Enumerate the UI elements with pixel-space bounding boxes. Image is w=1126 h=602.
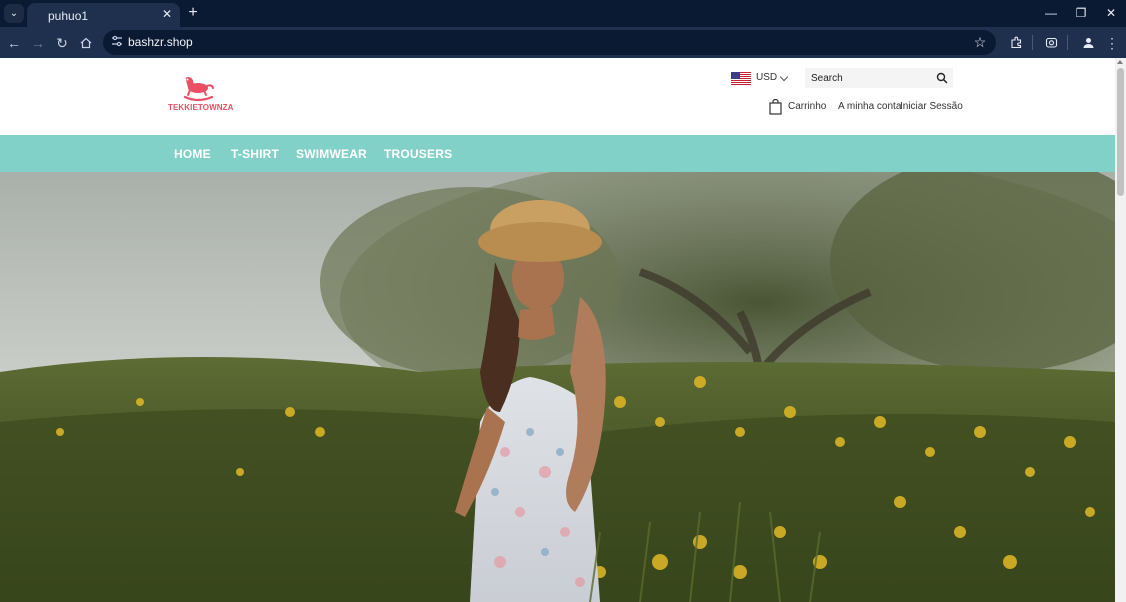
hero-banner[interactable] [0, 172, 1115, 602]
address-bar[interactable]: bashzr.shop ☆ [103, 30, 996, 55]
chevron-down-icon [779, 72, 789, 82]
search-box [805, 68, 953, 88]
screenshot-icon[interactable] [1041, 33, 1061, 53]
page-scrollbar[interactable] [1115, 58, 1126, 602]
search-icon[interactable] [935, 71, 949, 85]
close-window-icon[interactable]: ✕ [1101, 4, 1121, 22]
tune-icon[interactable] [109, 35, 125, 51]
browser-tab-strip: ⌄ puhuo1 ✕ + — ❐ ✕ [0, 0, 1126, 27]
hero-photo [0, 172, 1115, 602]
home-icon[interactable] [76, 33, 96, 53]
kebab-icon[interactable]: ⋮ [1102, 33, 1122, 53]
arrow-left-icon[interactable]: ← [4, 33, 24, 53]
nav-item-home[interactable]: HOME [174, 147, 211, 161]
us-flag-icon [731, 72, 751, 85]
nav-item-trousers[interactable]: TROUSERS [384, 147, 452, 161]
reload-icon[interactable]: ↻ [52, 33, 72, 53]
arrow-right-icon[interactable]: → [28, 33, 48, 53]
person-icon[interactable] [1078, 33, 1098, 53]
toolbar-divider [1067, 35, 1068, 50]
scroll-up-arrow-icon[interactable] [1117, 60, 1123, 64]
restore-icon[interactable]: ❐ [1071, 4, 1091, 22]
store-logo[interactable]: TEKKIETOWNZA [168, 75, 234, 115]
currency-selector[interactable]: USD [731, 71, 791, 87]
shopping-bag-icon[interactable] [769, 99, 782, 115]
tab-title: puhuo1 [48, 9, 89, 23]
main-nav: HOME T-SHIRT SWIMWEAR TROUSERS [0, 135, 1115, 172]
browser-toolbar: ← → ↻ bashzr.shop ☆ ⋮ [0, 27, 1126, 58]
close-icon[interactable]: ✕ [160, 7, 174, 21]
cart-link[interactable]: Carrinho [788, 101, 826, 112]
minimize-icon[interactable]: — [1041, 4, 1061, 22]
rocking-horse-icon [183, 77, 214, 102]
account-link[interactable]: A minha conta [838, 101, 901, 112]
nav-item-t-shirt[interactable]: T-SHIRT [231, 147, 279, 161]
chevron-down-icon[interactable]: ⌄ [4, 4, 24, 23]
star-icon[interactable]: ☆ [971, 33, 989, 51]
nav-item-swimwear[interactable]: SWIMWEAR [296, 147, 367, 161]
toolbar-divider [1032, 35, 1033, 50]
currency-code: USD [756, 72, 778, 83]
page-viewport: TEKKIETOWNZA USD Carrinho A minha conta [0, 58, 1115, 602]
browser-tab-active[interactable]: puhuo1 ✕ [27, 3, 180, 27]
scroll-thumb[interactable] [1117, 68, 1124, 196]
url-text[interactable]: bashzr.shop [128, 35, 193, 49]
puzzle-icon[interactable] [1006, 33, 1026, 53]
search-input[interactable] [805, 68, 933, 88]
new-tab-plus-icon[interactable]: + [184, 4, 202, 22]
logo-text: TEKKIETOWNZA [168, 103, 234, 112]
login-link[interactable]: Iniciar Sessão [900, 101, 963, 112]
